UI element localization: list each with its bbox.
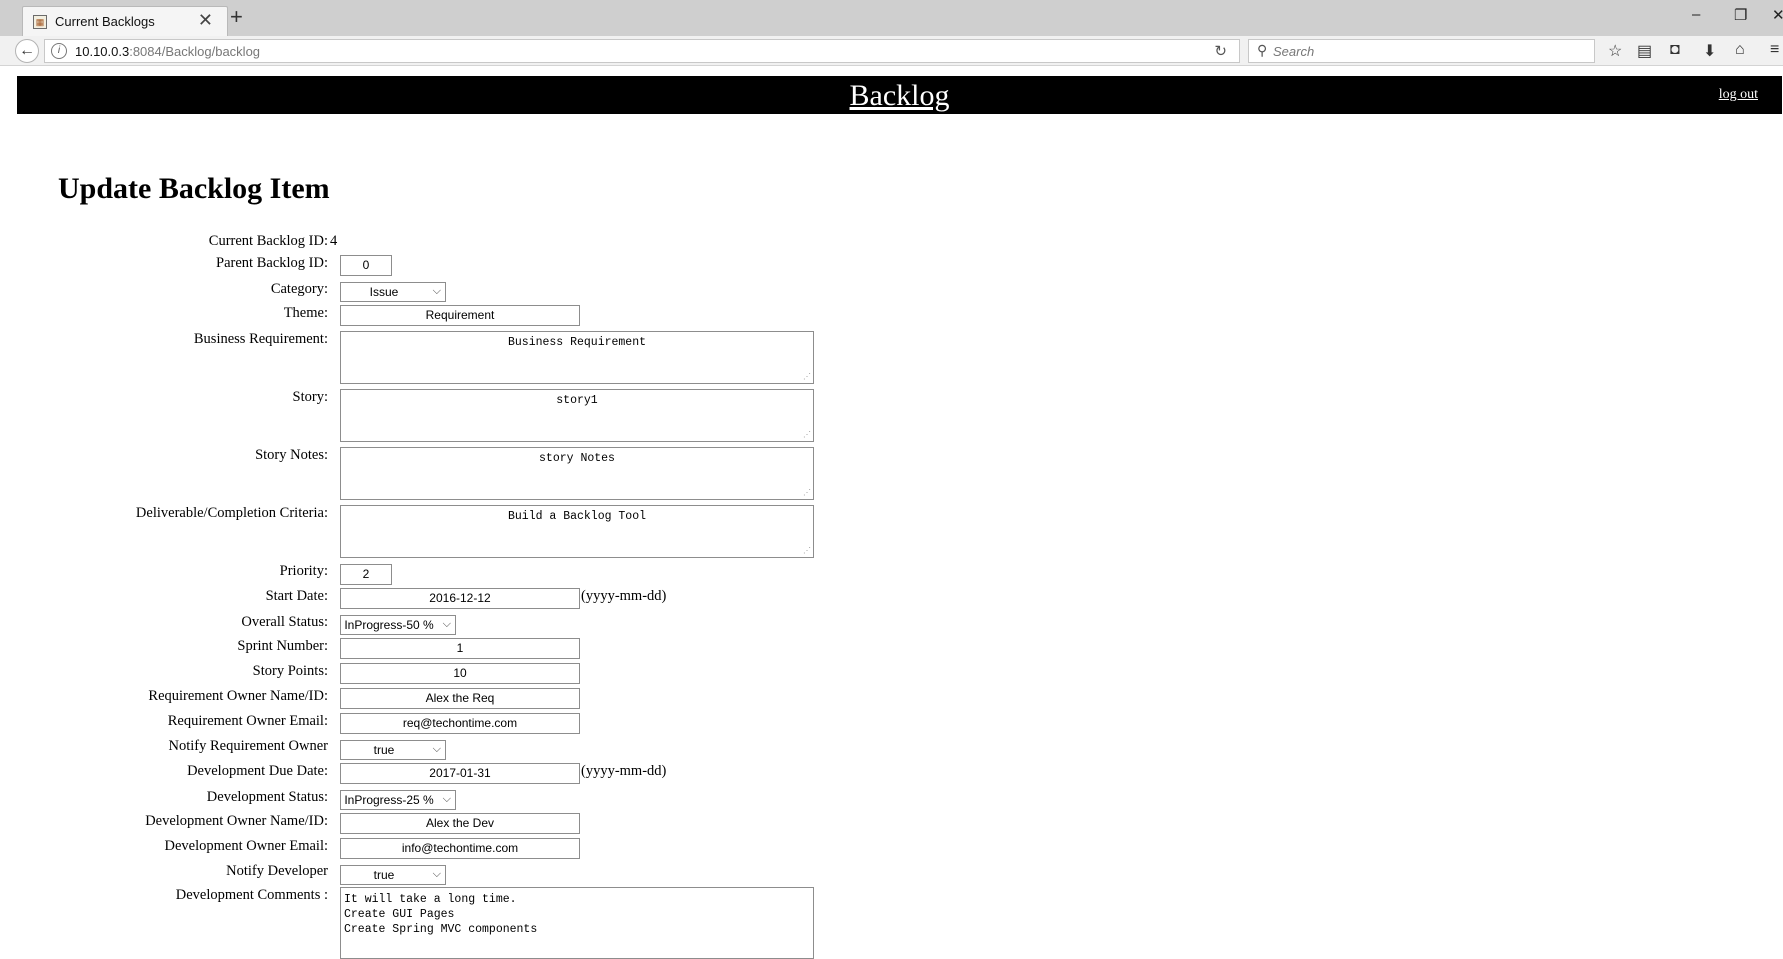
search-placeholder: Search — [1273, 44, 1315, 59]
dev-due-format-hint: (yyyy-mm-dd) — [581, 763, 667, 779]
notify-dev-label: Notify Developer — [226, 863, 328, 879]
parent-id-input[interactable]: 0 — [340, 255, 392, 276]
search-bar[interactable]: ⚲ Search — [1248, 39, 1595, 63]
resize-grip-icon[interactable]: ⋰ — [803, 372, 811, 382]
minimize-icon[interactable]: – — [1692, 6, 1700, 23]
page-favicon-icon: ▦ — [33, 15, 47, 29]
start-date-input[interactable]: 2016-12-12 — [340, 588, 580, 609]
dev-owner-label: Development Owner Name/ID: — [145, 813, 328, 829]
notify-dev-select[interactable]: true ⌵ — [340, 865, 446, 885]
menu-icon[interactable]: ≡ — [1770, 41, 1779, 59]
close-tab-icon[interactable]: ✕ — [198, 10, 213, 31]
sprint-label: Sprint Number: — [237, 638, 328, 654]
dev-due-input[interactable]: 2017-01-31 — [340, 763, 580, 784]
new-tab-button[interactable]: + — [230, 4, 243, 30]
current-id-label: Current Backlog ID: — [208, 233, 328, 249]
browser-tab-bar: ▦ Current Backlogs ✕ + – ❐ ✕ — [0, 0, 1783, 36]
logout-link[interactable]: log out — [1719, 87, 1758, 103]
story-notes-text: story Notes — [539, 452, 615, 465]
dev-owner-input[interactable]: Alex the Dev — [340, 813, 580, 834]
story-label: Story: — [292, 389, 328, 405]
story-notes-textarea[interactable]: story Notes ⋰ — [340, 447, 814, 500]
dev-email-label: Development Owner Email: — [164, 838, 328, 854]
browser-nav-bar: ← i 10.10.0.3:8084/Backlog/backlog ↻ ⚲ S… — [0, 36, 1783, 66]
priority-label: Priority: — [279, 563, 328, 579]
category-select[interactable]: Issue ⌵ — [340, 282, 446, 302]
download-icon[interactable]: ⬇ — [1703, 41, 1716, 61]
dev-comments-textarea[interactable]: It will take a long time. Create GUI Pag… — [340, 887, 814, 959]
theme-label: Theme: — [283, 305, 328, 321]
start-date-label: Start Date: — [265, 588, 328, 604]
chevron-down-icon: ⌵ — [432, 868, 441, 880]
business-req-label: Business Requirement: — [193, 331, 328, 347]
url-path: :8084/Backlog/backlog — [129, 44, 261, 59]
dev-comments-label: Development Comments : — [175, 887, 328, 903]
notify-req-selected: true — [373, 743, 395, 757]
home-icon[interactable]: ⌂ — [1735, 41, 1745, 59]
browser-tab[interactable]: ▦ Current Backlogs ✕ — [22, 6, 228, 36]
page-title: Update Backlog Item — [58, 172, 330, 205]
notify-req-select[interactable]: true ⌵ — [340, 740, 446, 760]
url-host: 10.10.0.3 — [75, 44, 130, 59]
business-req-text: Business Requirement — [507, 336, 647, 349]
chevron-down-icon: ⌵ — [442, 793, 451, 805]
resize-grip-icon[interactable]: ⋰ — [803, 488, 811, 498]
business-req-textarea[interactable]: Business Requirement ⋰ — [340, 331, 814, 384]
pocket-icon[interactable]: ◘ — [1670, 41, 1680, 59]
story-textarea[interactable]: story1 ⋰ — [340, 389, 814, 442]
req-email-input[interactable]: req@techontime.com — [340, 713, 580, 734]
deliverable-text: Build a Backlog Tool — [507, 510, 647, 523]
story-text: story1 — [556, 394, 598, 407]
dev-email-input[interactable]: info@techontime.com — [340, 838, 580, 859]
theme-input[interactable]: Requirement — [340, 305, 580, 326]
chevron-down-icon: ⌵ — [442, 618, 451, 630]
restore-icon[interactable]: ❐ — [1734, 6, 1747, 24]
dev-due-label: Development Due Date: — [187, 763, 328, 779]
dev-status-select[interactable]: InProgress-25 % ⌵ — [340, 790, 456, 810]
reading-list-icon[interactable]: ▤ — [1637, 41, 1652, 61]
current-id-value: 4 — [330, 233, 338, 249]
tab-title: Current Backlogs — [55, 14, 155, 29]
chevron-down-icon: ⌵ — [432, 285, 441, 297]
overall-status-label: Overall Status: — [241, 614, 328, 630]
story-notes-label: Story Notes: — [255, 447, 328, 463]
info-icon[interactable]: i — [51, 43, 67, 59]
story-points-label: Story Points: — [252, 663, 328, 679]
dev-status-label: Development Status: — [206, 789, 328, 805]
parent-id-label: Parent Backlog ID: — [216, 255, 328, 271]
resize-grip-icon[interactable]: ⋰ — [803, 546, 811, 556]
sprint-input[interactable]: 1 — [340, 638, 580, 659]
reload-icon[interactable]: ↻ — [1214, 42, 1227, 60]
close-window-icon[interactable]: ✕ — [1772, 6, 1783, 24]
chevron-down-icon: ⌵ — [432, 743, 441, 755]
resize-grip-icon[interactable]: ⋰ — [803, 430, 811, 440]
dev-status-selected: InProgress-25 % — [344, 793, 434, 807]
bookmark-star-icon[interactable]: ☆ — [1608, 41, 1622, 61]
story-points-input[interactable]: 10 — [340, 663, 580, 684]
address-bar[interactable]: i 10.10.0.3:8084/Backlog/backlog ↻ — [44, 39, 1240, 63]
priority-input[interactable]: 2 — [340, 564, 392, 585]
category-label: Category: — [270, 281, 328, 297]
overall-status-select[interactable]: InProgress-50 % ⌵ — [340, 615, 456, 635]
deliverable-textarea[interactable]: Build a Backlog Tool ⋰ — [340, 505, 814, 558]
notify-req-label: Notify Requirement Owner — [168, 738, 328, 754]
notify-dev-selected: true — [373, 868, 395, 882]
overall-status-selected: InProgress-50 % — [344, 618, 434, 632]
search-icon: ⚲ — [1257, 42, 1268, 58]
req-owner-input[interactable]: Alex the Req — [340, 688, 580, 709]
back-arrow-icon[interactable]: ← — [15, 39, 39, 63]
app-title-link[interactable]: Backlog — [17, 79, 1782, 113]
url-text: 10.10.0.3:8084/Backlog/backlog — [75, 44, 260, 59]
req-owner-label: Requirement Owner Name/ID: — [148, 688, 328, 704]
category-selected: Issue — [369, 285, 399, 299]
deliverable-label: Deliverable/Completion Criteria: — [135, 505, 328, 521]
start-date-format-hint: (yyyy-mm-dd) — [581, 588, 667, 604]
req-email-label: Requirement Owner Email: — [167, 713, 328, 729]
app-header: Backlog log out — [17, 76, 1782, 114]
